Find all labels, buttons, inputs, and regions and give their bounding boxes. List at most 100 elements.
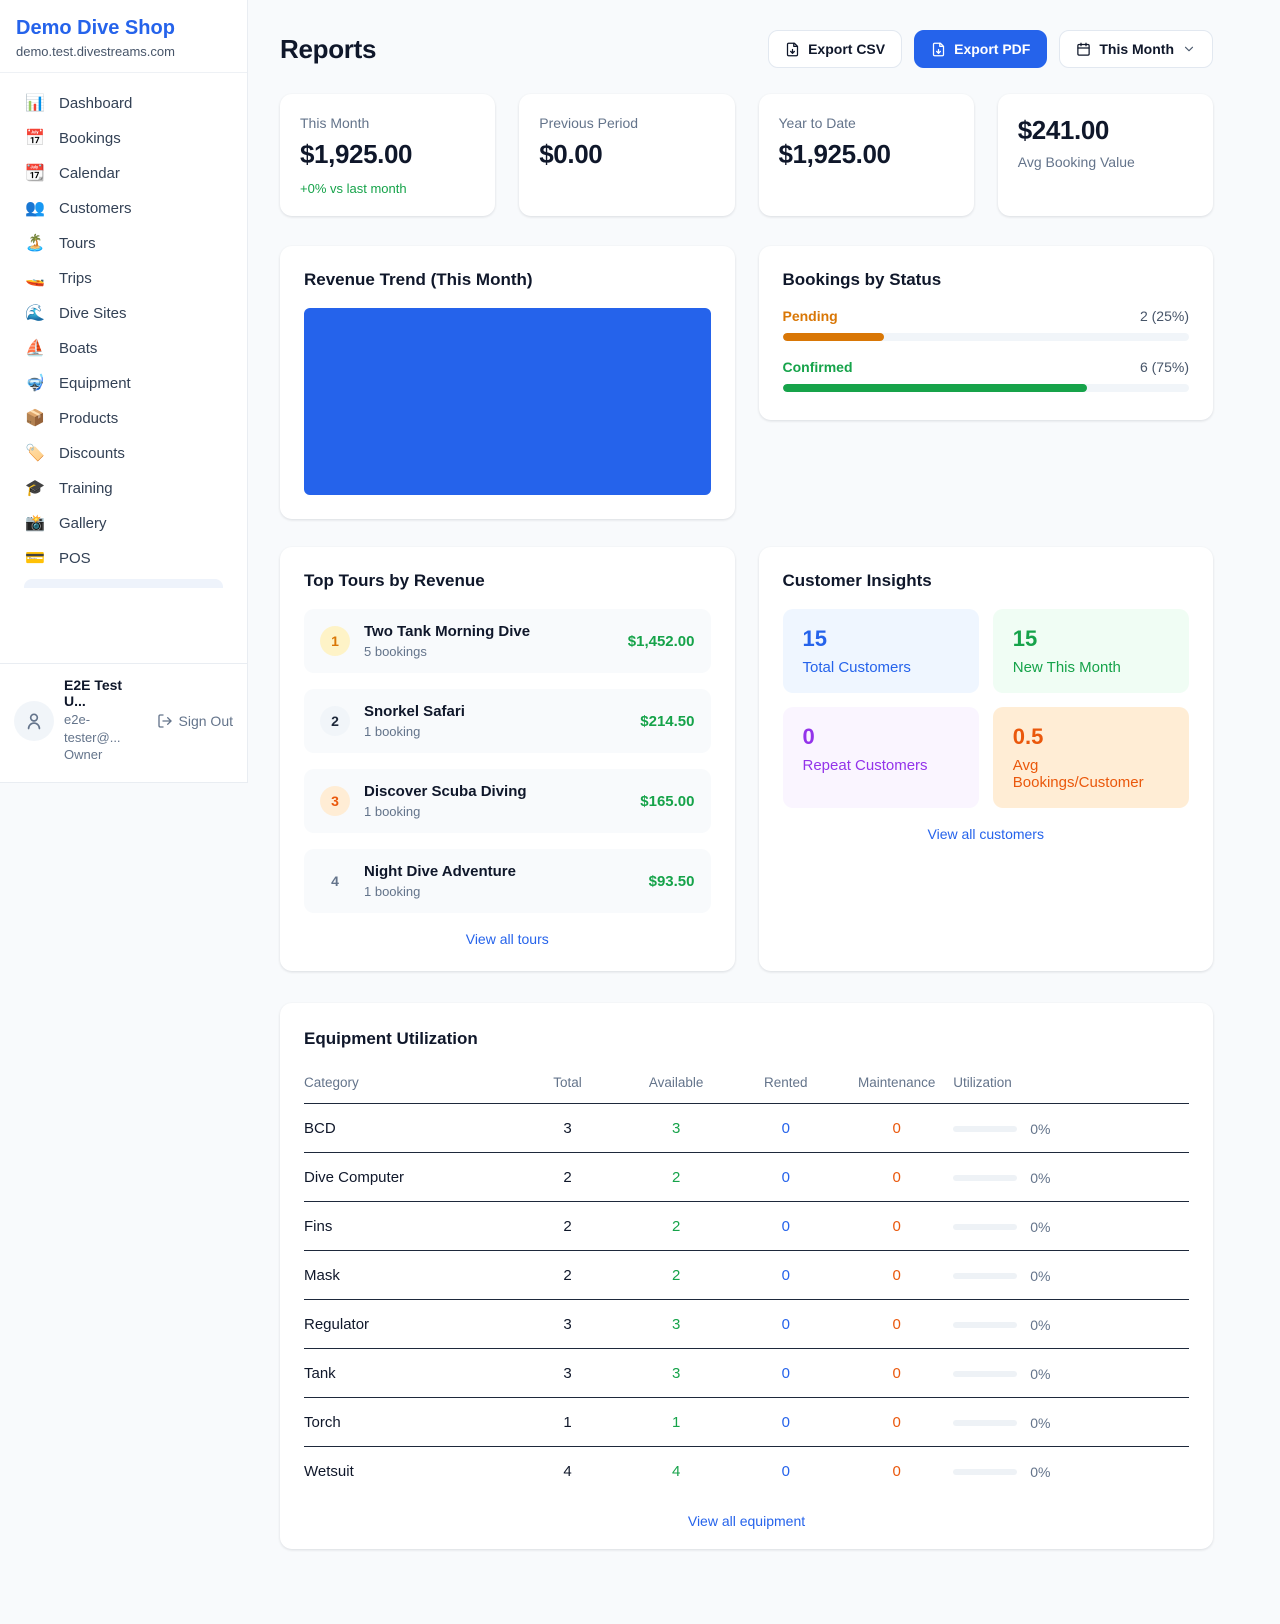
utilization-pct: 0%	[1030, 1366, 1050, 1382]
sidebar-item-boats[interactable]: ⛵ Boats	[12, 331, 235, 366]
insight-grid: 15 Total Customers 15 New This Month 0 R…	[783, 609, 1190, 808]
cell-rented: 0	[731, 1202, 840, 1251]
stat-value: $1,925.00	[300, 139, 475, 170]
page-title: Reports	[280, 34, 376, 65]
sidebar-item-pos[interactable]: 💳 POS	[12, 541, 235, 576]
sidebar-item-dive-sites[interactable]: 🌊 Dive Sites	[12, 296, 235, 331]
stat-card-year-to-date: Year to Date $1,925.00	[759, 94, 974, 216]
sidebar-item-discounts[interactable]: 🏷️ Discounts	[12, 436, 235, 471]
bookings-icon: 📅	[25, 131, 45, 147]
sidebar-item-gallery[interactable]: 📸 Gallery	[12, 506, 235, 541]
period-selected-label: This Month	[1099, 41, 1174, 57]
tours-icon: 🏝️	[25, 236, 45, 252]
sidebar-item-partial-active[interactable]	[24, 579, 223, 588]
tile-label: New This Month	[1013, 659, 1169, 676]
utilization-bar	[953, 1420, 1017, 1426]
stat-card-this-month: This Month $1,925.00 +0% vs last month	[280, 94, 495, 216]
sidebar-item-label: Bookings	[59, 130, 121, 147]
sidebar-item-bookings[interactable]: 📅 Bookings	[12, 121, 235, 156]
cell-category: Tank	[304, 1349, 514, 1398]
cell-utilization: 0%	[953, 1153, 1189, 1202]
export-pdf-button[interactable]: Export PDF	[914, 30, 1047, 68]
utilization-pct: 0%	[1030, 1317, 1050, 1333]
sidebar-item-customers[interactable]: 👥 Customers	[12, 191, 235, 226]
insights-row: Top Tours by Revenue 1 Two Tank Morning …	[280, 547, 1213, 971]
status-count: 2 (25%)	[1140, 308, 1189, 324]
cell-utilization: 0%	[953, 1202, 1189, 1251]
sidebar-item-products[interactable]: 📦 Products	[12, 401, 235, 436]
sidebar-item-training[interactable]: 🎓 Training	[12, 471, 235, 506]
cell-category: Fins	[304, 1202, 514, 1251]
sidebar-item-label: Discounts	[59, 445, 125, 462]
utilization-pct: 0%	[1030, 1170, 1050, 1186]
sign-out-button[interactable]: Sign Out	[157, 713, 233, 729]
utilization-bar	[953, 1273, 1017, 1279]
top-tours-card: Top Tours by Revenue 1 Two Tank Morning …	[280, 547, 735, 971]
cell-rented: 0	[731, 1153, 840, 1202]
sidebar-item-equipment[interactable]: 🤿 Equipment	[12, 366, 235, 401]
tour-amount: $93.50	[649, 873, 695, 890]
equipment-utilization-title: Equipment Utilization	[304, 1029, 1189, 1049]
period-select[interactable]: This Month	[1059, 30, 1213, 68]
equipment-utilization-card: Equipment Utilization Category Total Ava…	[280, 1003, 1213, 1549]
col-header-total: Total	[514, 1067, 621, 1104]
tour-list: 1 Two Tank Morning Dive 5 bookings $1,45…	[304, 609, 711, 913]
trips-icon: 🚤	[25, 271, 45, 287]
cell-available: 2	[621, 1153, 731, 1202]
sidebar-item-dashboard[interactable]: 📊 Dashboard	[12, 86, 235, 121]
bookings-by-status-title: Bookings by Status	[783, 270, 1190, 290]
cell-rented: 0	[731, 1398, 840, 1447]
col-header-available: Available	[621, 1067, 731, 1104]
stat-card-avg-booking-value: $241.00 Avg Booking Value	[998, 94, 1213, 216]
status-count: 6 (75%)	[1140, 359, 1189, 375]
cell-available: 2	[621, 1202, 731, 1251]
table-header-row: Category Total Available Rented Maintena…	[304, 1067, 1189, 1104]
cell-total: 4	[514, 1447, 621, 1496]
user-role: Owner	[64, 746, 147, 764]
utilization-bar	[953, 1322, 1017, 1328]
cell-available: 2	[621, 1251, 731, 1300]
sidebar-item-label: Products	[59, 410, 118, 427]
view-all-tours-link[interactable]: View all tours	[304, 931, 711, 947]
table-row: Mask 2 2 0 0 0%	[304, 1251, 1189, 1300]
cell-total: 2	[514, 1202, 621, 1251]
tile-label: Total Customers	[803, 659, 959, 676]
view-all-equipment-link[interactable]: View all equipment	[304, 1513, 1189, 1529]
table-row: Dive Computer 2 2 0 0 0%	[304, 1153, 1189, 1202]
sidebar-item-label: Dive Sites	[59, 305, 127, 322]
export-csv-button[interactable]: Export CSV	[768, 30, 902, 68]
cell-rented: 0	[731, 1300, 840, 1349]
stat-label: This Month	[300, 115, 475, 131]
stat-value: $1,925.00	[779, 139, 954, 170]
header-actions: Export CSV Export PDF This Month	[768, 30, 1213, 68]
user-footer: E2E Test U... e2e-tester@... Owner Sign …	[0, 664, 247, 782]
export-csv-label: Export CSV	[808, 41, 885, 57]
page-header: Reports Export CSV Export PDF This Month	[280, 30, 1213, 68]
sidebar-item-label: Equipment	[59, 375, 131, 392]
tour-bookings: 1 booking	[364, 804, 626, 819]
sidebar-item-label: Training	[59, 480, 113, 497]
view-all-customers-link[interactable]: View all customers	[783, 826, 1190, 842]
customers-icon: 👥	[25, 201, 45, 217]
tour-bookings: 1 booking	[364, 884, 635, 899]
insight-tile-new-this-month: 15 New This Month	[993, 609, 1189, 693]
cell-utilization: 0%	[953, 1300, 1189, 1349]
app-root: Demo Dive Shop demo.test.divestreams.com…	[0, 0, 1280, 1624]
progress-track	[783, 384, 1190, 392]
equipment-table-body: BCD 3 3 0 0 0% Dive Computer 2 2 0 0 0%	[304, 1104, 1189, 1496]
utilization-pct: 0%	[1030, 1464, 1050, 1480]
sidebar-item-calendar[interactable]: 📆 Calendar	[12, 156, 235, 191]
equipment-icon: 🤿	[25, 376, 45, 392]
cell-available: 1	[621, 1398, 731, 1447]
tour-row: 1 Two Tank Morning Dive 5 bookings $1,45…	[304, 609, 711, 673]
dive-sites-icon: 🌊	[25, 306, 45, 322]
utilization-bar	[953, 1224, 1017, 1230]
revenue-trend-chart	[304, 308, 711, 495]
customer-insights-card: Customer Insights 15 Total Customers 15 …	[759, 547, 1214, 971]
tour-row: 4 Night Dive Adventure 1 booking $93.50	[304, 849, 711, 913]
cell-category: BCD	[304, 1104, 514, 1153]
status-label: Confirmed	[783, 359, 853, 375]
sidebar-item-trips[interactable]: 🚤 Trips	[12, 261, 235, 296]
sidebar-item-tours[interactable]: 🏝️ Tours	[12, 226, 235, 261]
sidebar-nav: 📊 Dashboard 📅 Bookings 📆 Calendar 👥 Cust…	[0, 73, 247, 663]
